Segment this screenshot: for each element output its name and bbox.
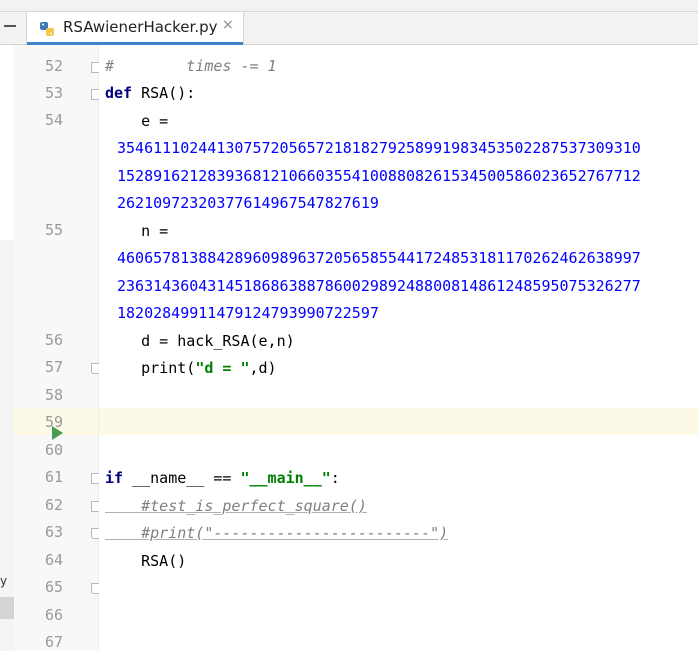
code-editor[interactable]: # times -= 1 def RSA(): e = 354611102441… [99,45,698,651]
code-line-52: # times -= 1 [105,57,277,75]
code-line-62: #test_is_perfect_square() [105,497,367,515]
line-number: 65 [44,578,63,596]
line-number: 56 [44,331,63,349]
line-number: 54 [44,111,63,129]
line-number: 63 [44,523,63,541]
code-line-63: #print("------------------------") [105,524,449,542]
title-strip [0,0,698,12]
python-file-icon [40,22,54,36]
code-line-54-wrap: 3546111024413075720565721818279258991983… [117,139,641,157]
run-icon[interactable] [52,426,63,440]
project-panel-selection [0,597,14,619]
code-line-53: def RSA(): [105,84,196,102]
editor-tab-bar: RSAwienerHacker.py × [0,12,698,45]
code-line-54: e = [105,112,169,130]
line-number: 61 [44,468,63,486]
current-line-highlight [99,408,698,435]
line-number: 60 [44,441,63,459]
line-number: 53 [44,84,63,102]
project-panel-edge[interactable]: y [0,240,15,651]
code-line-55: n = [105,222,169,240]
code-line-64: RSA() [105,552,187,570]
line-number: 67 [44,633,63,651]
code-line-57: print("d = ",d) [105,359,277,377]
code-line-54-wrap: 262109723203776149675478276​19 [117,194,379,212]
code-line-55-wrap: 4606578138842896098963720565855441724853… [117,249,641,267]
line-number: 52 [44,57,63,75]
line-number-gutter[interactable]: 52 53 54 55 56 57 58 59 60 61 62 63 64 6… [14,45,102,651]
code-line-56: d = hack_RSA(e,n) [105,332,295,350]
collapse-icon[interactable] [4,25,16,27]
code-line-55-wrap: 2363143604314518686388786002989248800814… [117,277,641,295]
line-number: 64 [44,551,63,569]
line-number: 55 [44,221,63,239]
code-line-61: if __name__ == "__main__": [105,469,340,487]
tab-rsawienerhacker[interactable]: RSAwienerHacker.py × [26,12,244,45]
line-number: 57 [44,358,63,376]
line-number: 62 [44,496,63,514]
project-panel-fragment: y [0,574,8,588]
code-line-54-wrap: 1528916212839368121066035541008808261534… [117,167,641,185]
line-number: 66 [44,606,63,624]
tab-title: RSAwienerHacker.py [63,18,218,36]
close-icon[interactable]: × [222,17,234,33]
code-line-55-wrap: 18202849911479124793990722597 [117,304,379,322]
line-number: 58 [44,386,63,404]
